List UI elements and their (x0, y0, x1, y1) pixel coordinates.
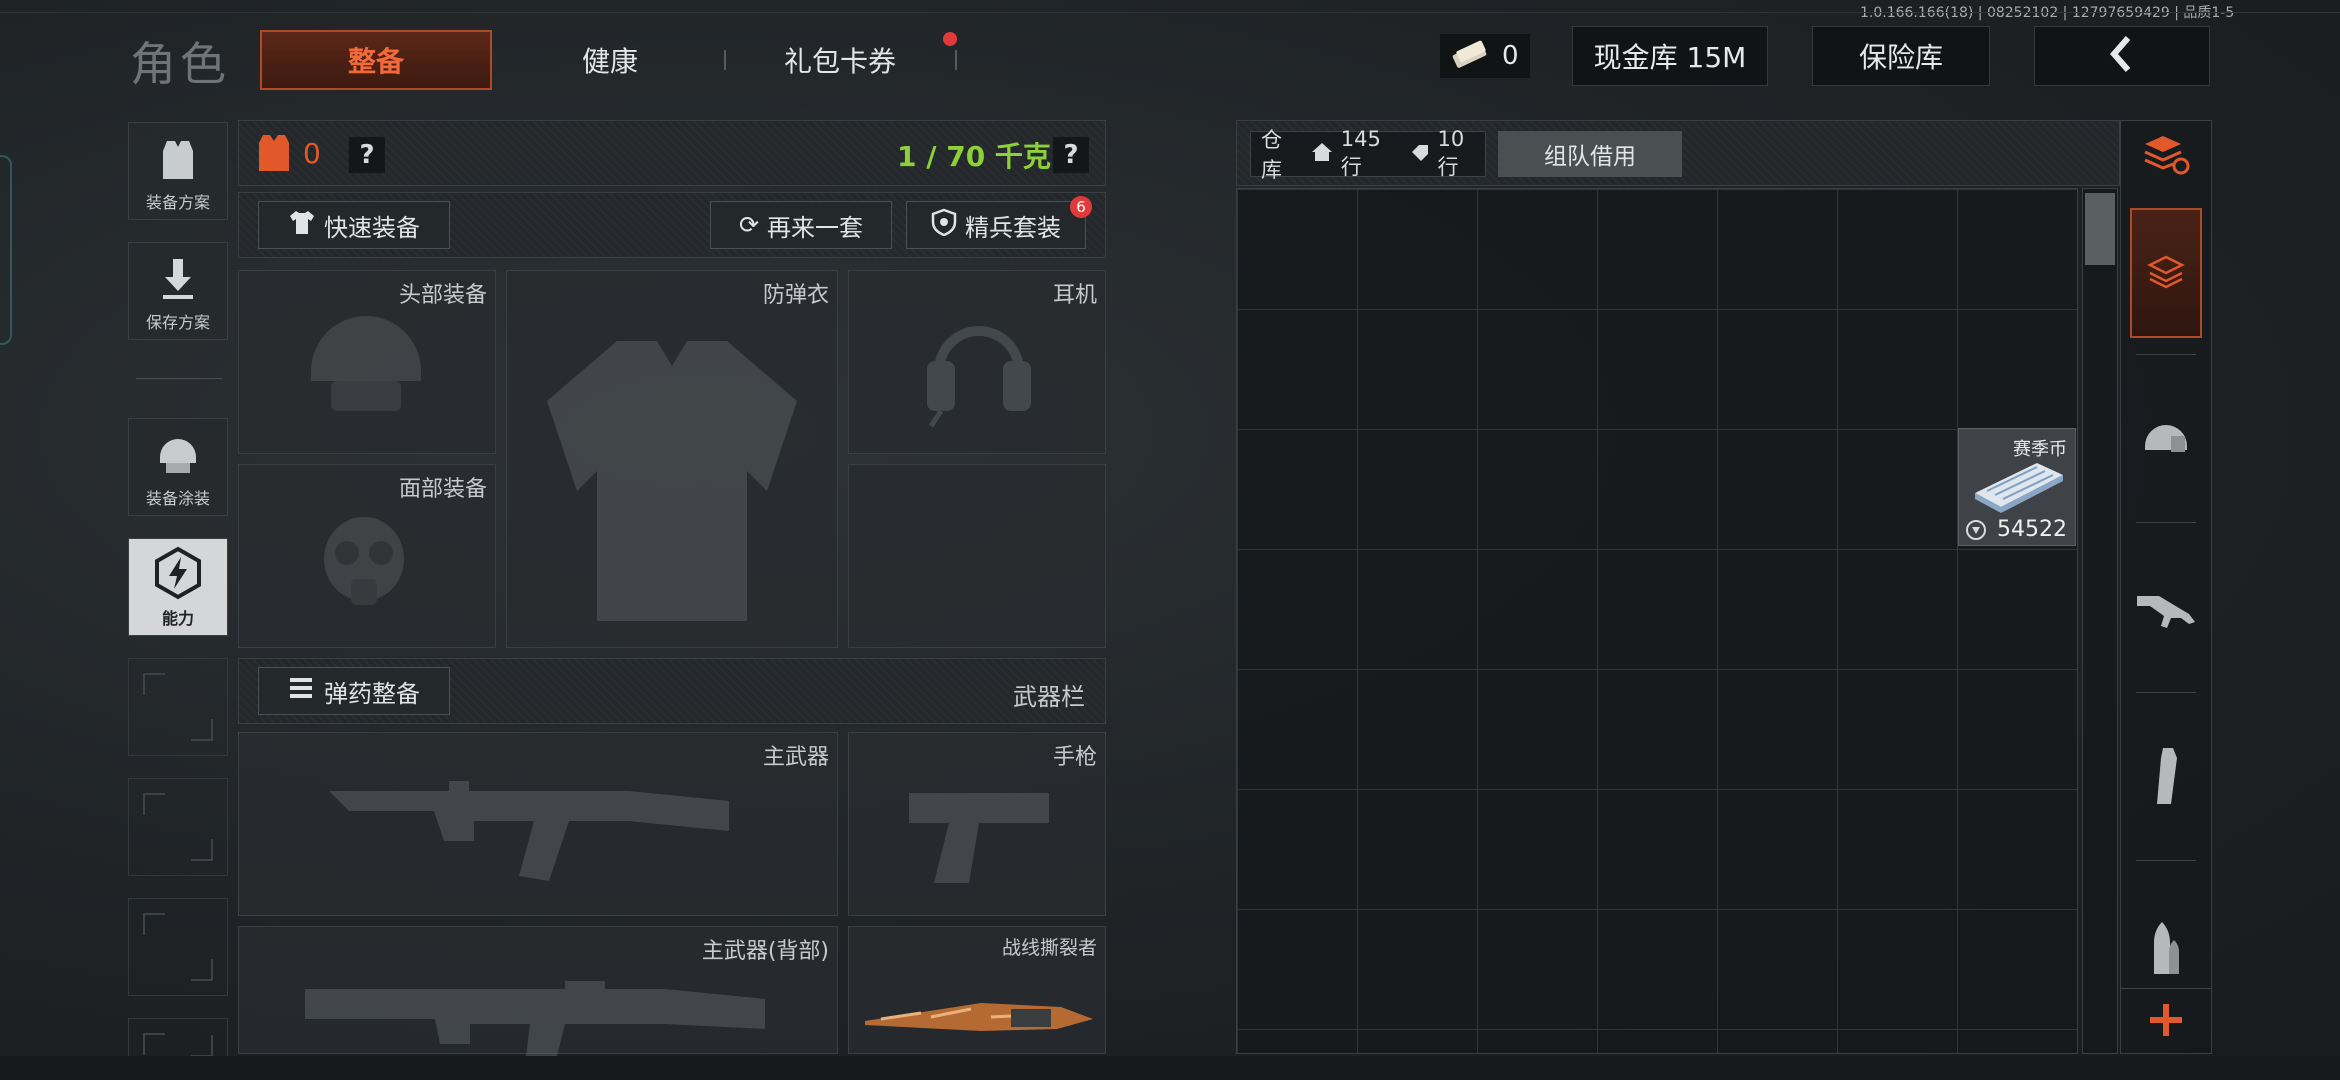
safe-box-button[interactable]: 保险库 (1812, 26, 1990, 86)
category-all[interactable] (2130, 208, 2202, 338)
rifle-back-icon (305, 969, 765, 1064)
vest-slot[interactable]: 防弹衣 (506, 270, 838, 648)
loadout-plan-label: 装备方案 (145, 193, 210, 212)
voucher-icon (1450, 40, 1490, 72)
loadout-plan-button[interactable]: 装备方案 (128, 122, 228, 220)
item-count: 54522 (1997, 517, 2067, 542)
warehouse-scrollbar[interactable] (2082, 188, 2118, 1054)
ability-label: 能力 (161, 609, 194, 628)
ability-icon (150, 545, 206, 605)
weight-value: 1 / 70 千克 (897, 140, 1051, 173)
tag-icon (1410, 142, 1430, 166)
download-icon (153, 255, 203, 309)
gas-mask-icon (309, 509, 419, 623)
save-plan-button[interactable]: 保存方案 (128, 242, 228, 340)
category-magazine-icon[interactable] (2128, 738, 2204, 814)
refresh-icon: ⟳ (738, 211, 760, 239)
face-slot-label: 面部装备 (398, 477, 487, 502)
melee-label: 战线撕裂者 (1001, 937, 1097, 959)
home-icon (1311, 142, 1333, 167)
tab-gift[interactable]: 礼包卡券 (730, 30, 950, 90)
tab-gear[interactable]: 整备 (260, 30, 492, 90)
tab-health[interactable]: 健康 (500, 30, 720, 90)
melee-slot[interactable]: 战线撕裂者 (848, 926, 1106, 1054)
page-title: 角色 (130, 37, 230, 91)
armor-icon (257, 133, 291, 177)
cash-vault-label: 现金库 15M (1593, 41, 1747, 74)
vest-icon (153, 135, 203, 189)
pistol-icon (899, 773, 1059, 897)
tab-gift-label: 礼包卡券 (783, 45, 896, 78)
sort-layers-icon[interactable] (2128, 116, 2204, 192)
voucher-count: 0 (1502, 41, 1519, 71)
season-coin-item[interactable]: 赛季币 54522 (1958, 428, 2076, 546)
melee-weapon-icon (861, 995, 1097, 1043)
tag-rows: 10行 (1437, 127, 1465, 179)
warehouse-label: 仓库 (1261, 128, 1282, 182)
all-layers-icon (2146, 251, 2186, 295)
rifle-icon (329, 761, 769, 895)
notification-dot (943, 32, 957, 46)
ammo-icon (288, 674, 316, 708)
cash-vault-button[interactable]: 现金库 15M (1572, 26, 1768, 86)
quick-equip-button[interactable]: 快速装备 (258, 201, 450, 249)
plus-icon (2148, 1002, 2184, 1042)
empty-slot[interactable] (128, 898, 228, 996)
pistol-label: 手枪 (1052, 745, 1097, 770)
ammo-equip-button[interactable]: 弹药整备 (258, 667, 450, 715)
team-borrow-label: 组队借用 (1544, 144, 1636, 170)
ammo-equip-label: 弹药整备 (324, 679, 420, 708)
warehouse-capacity[interactable]: 仓库 145行 10行 (1250, 127, 1486, 182)
empty-slot[interactable] (128, 778, 228, 876)
body-armor-icon (537, 331, 807, 635)
reroll-button[interactable]: ⟳ 再来一套 (710, 201, 892, 249)
headset-slot[interactable]: 耳机 (848, 270, 1106, 454)
gear-skin-label: 装备涂装 (145, 489, 210, 508)
tab-health-label: 健康 (581, 45, 638, 78)
face-slot[interactable]: 面部装备 (238, 464, 496, 648)
shield-icon (931, 208, 957, 242)
warehouse-grid[interactable] (1236, 188, 2078, 1054)
back-weapon-slot[interactable]: 主武器(背部) (238, 926, 838, 1064)
add-category-button[interactable] (2120, 988, 2212, 1054)
primary-weapon-label: 主武器 (762, 745, 829, 770)
back-weapon-label: 主武器(背部) (701, 939, 829, 964)
back-arrow-icon (2102, 34, 2142, 78)
elite-set-label: 精兵套装 (965, 213, 1061, 242)
save-plan-label: 保存方案 (145, 313, 210, 332)
headset-slot-label: 耳机 (1052, 283, 1097, 308)
empty-gear-slot[interactable] (848, 464, 1106, 648)
gear-stats-bar: 0 ? 1 / 70 千克 ? (238, 120, 1106, 186)
shirt-icon (288, 208, 316, 242)
head-slot[interactable]: 头部装备 (238, 270, 496, 454)
warehouse-rows: 145行 (1340, 127, 1381, 179)
team-borrow-button[interactable]: 组队借用 (1498, 131, 1682, 177)
safe-box-label: 保险库 (1858, 41, 1943, 74)
elite-set-button[interactable]: 精兵套装 (906, 201, 1086, 249)
category-ammo-icon[interactable] (2128, 910, 2204, 986)
tab-gear-label: 整备 (347, 45, 404, 78)
vest-slot-label: 防弹衣 (762, 283, 829, 308)
coin-icon (1965, 519, 1987, 545)
empty-slot[interactable] (128, 658, 228, 756)
money-stack-icon (1967, 453, 2067, 519)
category-helmet-icon[interactable] (2128, 400, 2204, 476)
headset-icon (919, 301, 1039, 435)
elite-set-badge: 6 (1070, 196, 1092, 218)
help-icon[interactable]: ? (349, 137, 385, 173)
category-rifle-icon[interactable] (2128, 570, 2204, 646)
quick-equip-label: 快速装备 (324, 213, 420, 242)
back-button[interactable] (2034, 26, 2210, 86)
armor-value: 0 (303, 137, 321, 170)
primary-weapon-slot[interactable]: 主武器 (238, 732, 838, 916)
pistol-slot[interactable]: 手枪 (848, 732, 1106, 916)
weight-help-icon[interactable]: ? (1053, 137, 1089, 173)
helmet-icon (301, 301, 431, 425)
reroll-label: 再来一套 (767, 213, 864, 242)
helmet-brush-icon (152, 429, 204, 485)
ability-button[interactable]: 能力 (128, 538, 228, 636)
weapon-bar-label: 武器栏 (1013, 683, 1085, 711)
voucher-counter[interactable]: 0 (1440, 34, 1530, 78)
gear-skin-button[interactable]: 装备涂装 (128, 418, 228, 516)
